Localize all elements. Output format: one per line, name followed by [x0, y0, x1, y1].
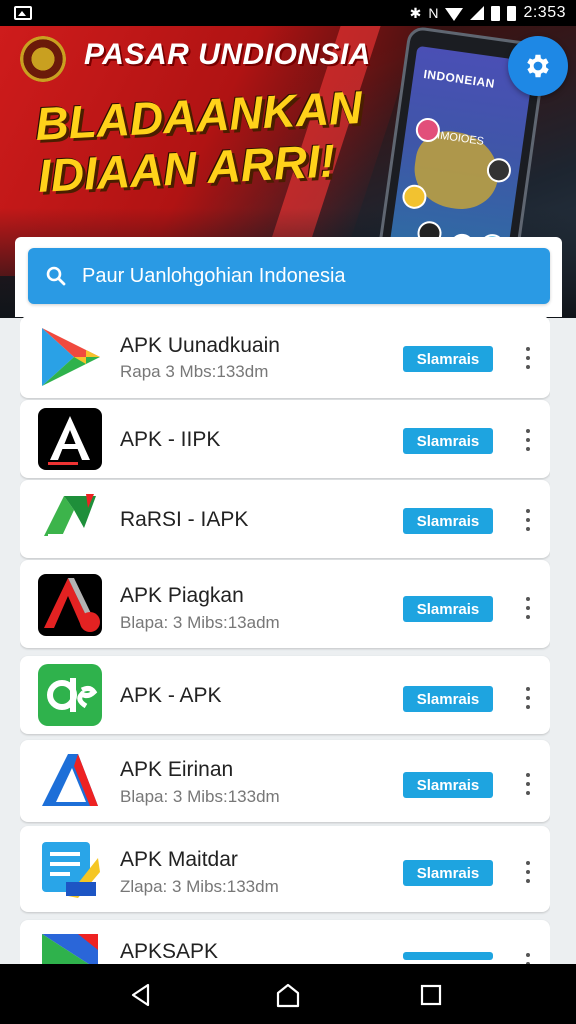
- app-subtitle: Zlapa: 3 Mibs:133dm: [120, 877, 279, 896]
- list-item[interactable]: APKSAPK: [20, 920, 550, 964]
- download-button[interactable]: [403, 952, 493, 960]
- list-item[interactable]: APK - IIPK Slamrais: [20, 400, 550, 478]
- list-item[interactable]: RaRSI - IAPK Slamrais: [20, 480, 550, 558]
- app-subtitle: Rapa 3 Mbs:133dm: [120, 362, 269, 381]
- app-title: APK Uunadkuain: [120, 334, 280, 357]
- download-button[interactable]: Slamrais: [403, 860, 493, 886]
- download-button[interactable]: Slamrais: [403, 346, 493, 372]
- app-title: APK Maitdar: [120, 848, 238, 871]
- apk-document-icon: [38, 838, 102, 900]
- settings-button[interactable]: [508, 36, 568, 96]
- more-options-icon[interactable]: [516, 950, 540, 964]
- download-button[interactable]: Slamrais: [403, 428, 493, 454]
- more-options-icon[interactable]: [516, 858, 540, 886]
- app-title: APK Eirinan: [120, 758, 234, 781]
- battery-icon: [491, 5, 501, 21]
- download-button[interactable]: Slamrais: [403, 596, 493, 622]
- apk-letter-a-icon: [38, 408, 102, 470]
- signal-icon: [470, 6, 485, 20]
- app-title: APK Piagkan: [120, 584, 244, 607]
- navigation-bar: [0, 964, 576, 1024]
- apk-multicolor-icon: [38, 930, 102, 964]
- wifi-icon: [445, 7, 464, 21]
- more-options-icon[interactable]: [516, 594, 540, 622]
- phone-title: INDONEIAN: [422, 66, 496, 91]
- more-options-icon[interactable]: [516, 684, 540, 712]
- status-bar: ✱ N 2:353: [0, 0, 576, 26]
- nfc-icon: N: [428, 5, 439, 21]
- search-icon: [46, 266, 66, 286]
- app-title: RaRSI - IAPK: [120, 508, 249, 531]
- banner-brand: PASAR UNDIONSIA: [84, 38, 371, 71]
- more-options-icon[interactable]: [516, 506, 540, 534]
- download-button[interactable]: Slamrais: [403, 508, 493, 534]
- apk-blue-a-icon: [38, 750, 102, 812]
- gear-icon: [527, 54, 549, 78]
- list-item[interactable]: APK Uunadkuain Rapa 3 Mbs:133dm Slamrais: [20, 316, 550, 398]
- app-subtitle: Blapa: 3 Mibs:13adm: [120, 613, 280, 632]
- search-bar[interactable]: [28, 248, 550, 304]
- download-button[interactable]: Slamrais: [403, 686, 493, 712]
- more-options-icon[interactable]: [516, 770, 540, 798]
- garuda-emblem-icon: [20, 36, 66, 82]
- more-options-icon[interactable]: [516, 344, 540, 372]
- app-title: APK - APK: [120, 684, 222, 707]
- bluetooth-icon: ✱: [409, 5, 422, 21]
- list-item[interactable]: APK Maitdar Zlapa: 3 Mibs:133dm Slamrais: [20, 826, 550, 912]
- more-options-icon[interactable]: [516, 426, 540, 454]
- status-time: 2:353: [523, 4, 566, 21]
- apk-green-logo-icon: [38, 664, 102, 726]
- banner-headline: BLADAANKAN IDIAAN ARRI!: [34, 81, 363, 202]
- apk-green-arrow-icon: [38, 488, 102, 550]
- list-item[interactable]: APK Piagkan Blapa: 3 Mibs:13adm Slamrais: [20, 560, 550, 648]
- search-input[interactable]: [82, 264, 542, 288]
- list-item[interactable]: APK Eirinan Blapa: 3 Mibs:133dm Slamrais: [20, 740, 550, 822]
- home-icon[interactable]: [275, 982, 301, 1008]
- download-button[interactable]: Slamrais: [403, 772, 493, 798]
- battery-icon: [507, 5, 517, 21]
- app-list: APK Uunadkuain Rapa 3 Mbs:133dm Slamrais…: [20, 316, 550, 964]
- back-icon[interactable]: [128, 982, 154, 1008]
- app-subtitle: Blapa: 3 Mibs:133dm: [120, 787, 280, 806]
- app-title: APKSAPK: [120, 940, 219, 963]
- app-title: APK - IIPK: [120, 428, 221, 451]
- image-notification-icon: [14, 6, 32, 20]
- list-item[interactable]: APK - APK Slamrais: [20, 656, 550, 734]
- apk-red-a-icon: [38, 574, 102, 636]
- recent-apps-icon[interactable]: [418, 982, 444, 1008]
- play-store-icon: [38, 326, 102, 388]
